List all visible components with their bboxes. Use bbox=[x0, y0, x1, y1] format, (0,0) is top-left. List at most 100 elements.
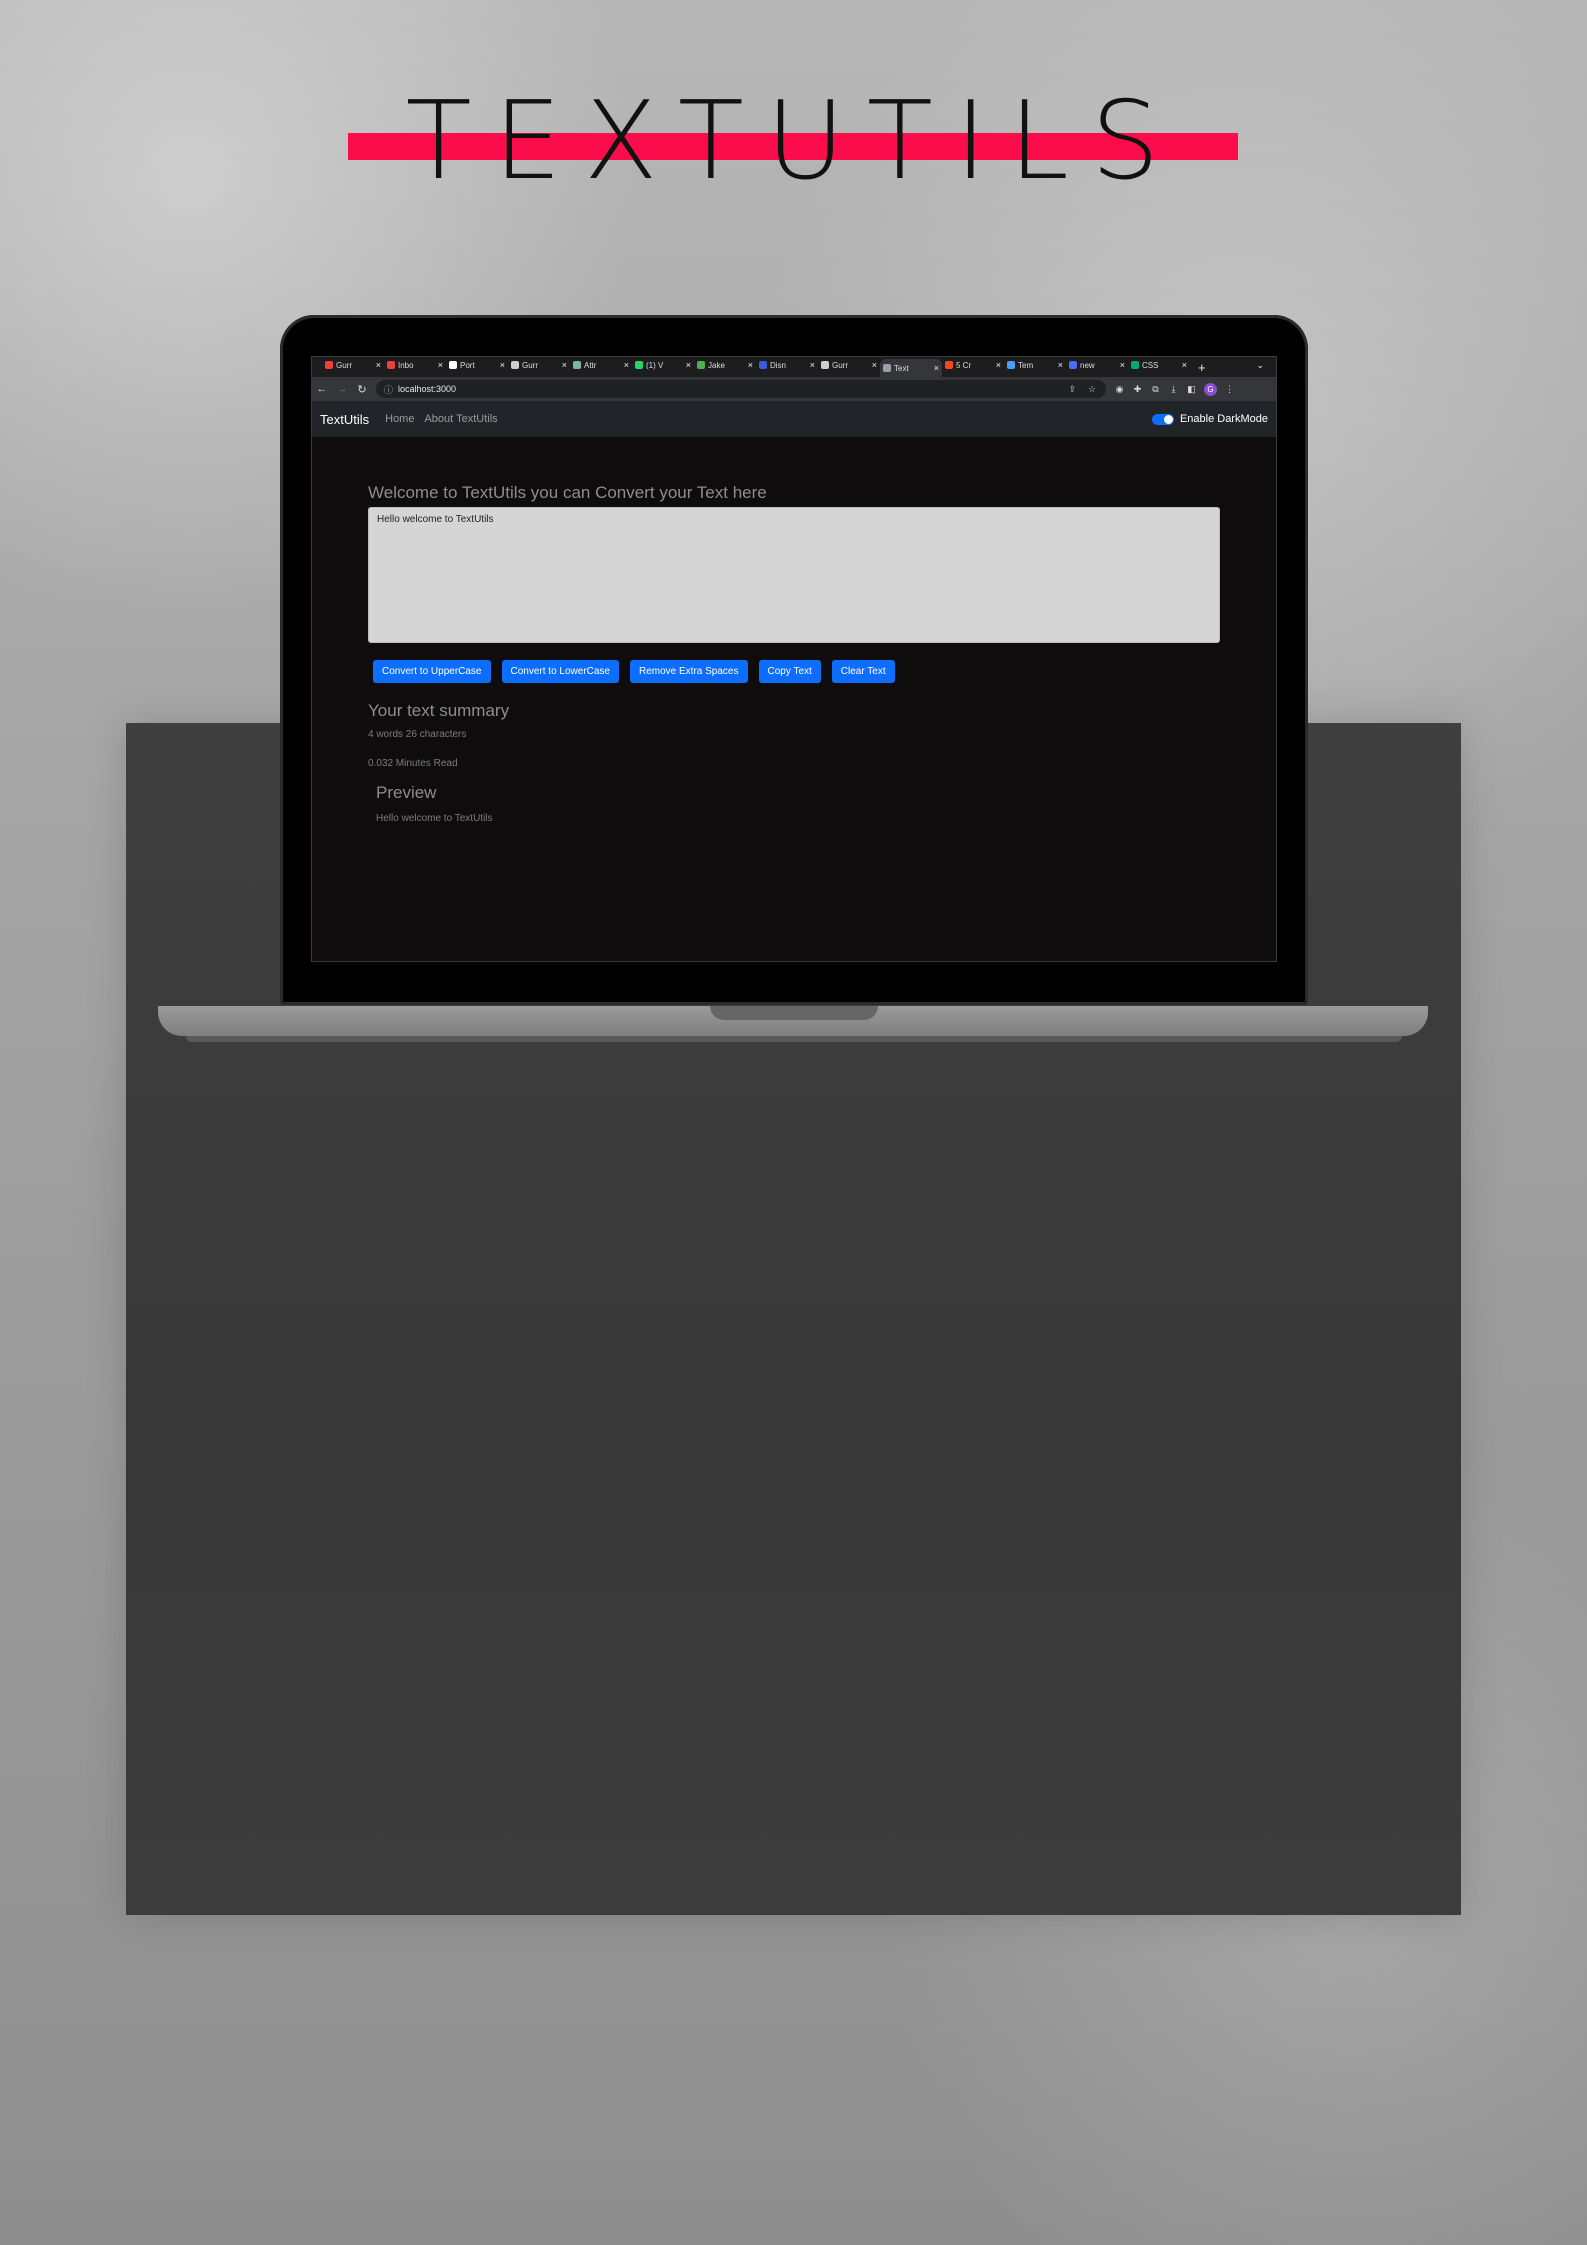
bookmark-star-icon[interactable]: ☆ bbox=[1088, 384, 1096, 395]
profile-avatar[interactable]: G bbox=[1204, 382, 1217, 396]
extensions-area: ◉ ✚ ⧉ ⤓ ◧ G ⋮ bbox=[1114, 382, 1235, 396]
leaf-icon bbox=[697, 361, 705, 369]
tab-title: Gurr bbox=[522, 360, 538, 370]
bookmark-icon bbox=[945, 361, 953, 369]
action-buttons: Convert to UpperCase Convert to LowerCas… bbox=[373, 660, 1220, 683]
toggle-knob bbox=[1163, 414, 1173, 424]
browser-address-bar: ← → ↻ ⓘ localhost:3000 ⇪ ☆ ◉ ✚ ⧉ ⤓ ◧ G ⋮ bbox=[312, 377, 1276, 401]
tab-title: CSS bbox=[1142, 360, 1159, 370]
gmail-icon bbox=[387, 361, 395, 369]
main-content: Welcome to TextUtils you can Convert you… bbox=[368, 437, 1220, 824]
whatsapp-icon bbox=[635, 361, 643, 369]
globe-icon bbox=[821, 361, 829, 369]
kebab-menu-icon[interactable]: ⋮ bbox=[1224, 384, 1235, 395]
tab-title: (1) V bbox=[646, 360, 664, 370]
tab-title: Gurr bbox=[336, 360, 352, 370]
puzzle-icon[interactable]: ✚ bbox=[1132, 384, 1143, 395]
browser-tab[interactable]: Gurr × bbox=[322, 357, 384, 373]
close-tab-icon[interactable]: × bbox=[934, 363, 939, 373]
tab-title: Text bbox=[894, 363, 909, 373]
browser-tab[interactable]: (1) V × bbox=[632, 357, 694, 373]
gmail-icon bbox=[325, 361, 333, 369]
tab-title: 5 Cr bbox=[956, 360, 972, 370]
close-tab-icon[interactable]: × bbox=[376, 360, 381, 370]
tab-title: Attr bbox=[584, 360, 597, 370]
browser-tab[interactable]: Inbo × bbox=[384, 357, 446, 373]
forward-icon[interactable]: → bbox=[332, 383, 352, 395]
laptop-screen: Gurr × Inbo × Port × Gurr × Attr × (1) V × Jake × Disn… bbox=[311, 356, 1277, 962]
summary-heading: Your text summary bbox=[368, 701, 510, 720]
darkmode-toggle[interactable]: Enable DarkMode bbox=[1151, 413, 1268, 425]
sheet-icon bbox=[573, 361, 581, 369]
browser-tab[interactable]: Text × bbox=[880, 359, 942, 377]
tab-search-icon[interactable]: ⌄ bbox=[1256, 360, 1264, 371]
site-info-icon[interactable]: ⓘ bbox=[384, 383, 393, 396]
remove-spaces-button[interactable]: Remove Extra Spaces bbox=[630, 660, 748, 683]
toggle-switch[interactable] bbox=[1151, 413, 1174, 425]
download-icon[interactable]: ⤓ bbox=[1168, 384, 1179, 395]
hero-title: TEXTUTILS bbox=[405, 79, 1182, 204]
browser-tab-bar: Gurr × Inbo × Port × Gurr × Attr × (1) V × Jake × Disn… bbox=[312, 357, 1276, 377]
close-tab-icon[interactable]: × bbox=[686, 360, 691, 370]
uppercase-button[interactable]: Convert to UpperCase bbox=[373, 660, 491, 683]
browser-tab[interactable]: 5 Cr × bbox=[942, 357, 1004, 373]
new-tab-icon[interactable]: + bbox=[1198, 360, 1206, 375]
github-icon bbox=[449, 361, 457, 369]
browser-tab[interactable]: CSS × bbox=[1128, 357, 1190, 373]
browser-tab[interactable]: new × bbox=[1066, 357, 1128, 373]
nav-about-link[interactable]: About TextUtils bbox=[424, 413, 497, 425]
search-icon bbox=[1069, 361, 1077, 369]
copy-icon[interactable]: ⧉ bbox=[1150, 384, 1161, 395]
browser-tab[interactable]: Gurr × bbox=[508, 357, 570, 373]
close-tab-icon[interactable]: × bbox=[748, 360, 753, 370]
url-input[interactable]: ⓘ localhost:3000 ⇪ ☆ bbox=[376, 380, 1106, 398]
close-tab-icon[interactable]: × bbox=[500, 360, 505, 370]
close-tab-icon[interactable]: × bbox=[1120, 360, 1125, 370]
close-tab-icon[interactable]: × bbox=[562, 360, 567, 370]
laptop-base bbox=[158, 1006, 1428, 1036]
back-icon[interactable]: ← bbox=[312, 383, 332, 395]
browser-tab[interactable]: Tem × bbox=[1004, 357, 1066, 373]
tab-strip: Gurr × Inbo × Port × Gurr × Attr × (1) V × Jake × Disn… bbox=[322, 357, 1190, 377]
browser-tab[interactable]: Jake × bbox=[694, 357, 756, 373]
nav-home-link[interactable]: Home bbox=[385, 413, 414, 425]
w3-icon bbox=[1131, 361, 1139, 369]
chrome-icon bbox=[1007, 361, 1015, 369]
tab-title: Disn bbox=[770, 360, 787, 370]
text-input-area[interactable]: Hello welcome to TextUtils bbox=[368, 507, 1220, 643]
browser-tab[interactable]: Port × bbox=[446, 357, 508, 373]
close-tab-icon[interactable]: × bbox=[438, 360, 443, 370]
laptop-notch bbox=[710, 1006, 878, 1020]
close-tab-icon[interactable]: × bbox=[810, 360, 815, 370]
disney-icon bbox=[759, 361, 767, 369]
page-heading: Welcome to TextUtils you can Convert you… bbox=[368, 483, 767, 502]
close-tab-icon[interactable]: × bbox=[1182, 360, 1187, 370]
tab-title: Gurr bbox=[832, 360, 848, 370]
close-tab-icon[interactable]: × bbox=[1058, 360, 1063, 370]
tab-title: Jake bbox=[708, 360, 725, 370]
copy-text-button[interactable]: Copy Text bbox=[758, 660, 821, 683]
sidepanel-icon[interactable]: ◧ bbox=[1186, 384, 1197, 395]
tab-title: Tem bbox=[1018, 360, 1034, 370]
brand-link[interactable]: TextUtils bbox=[320, 412, 369, 427]
laptop-base-shadow bbox=[186, 1036, 1402, 1042]
globe-icon bbox=[511, 361, 519, 369]
browser-tab[interactable]: Gurr × bbox=[818, 357, 880, 373]
browser-tab[interactable]: Attr × bbox=[570, 357, 632, 373]
tab-title: Port bbox=[460, 360, 475, 370]
close-tab-icon[interactable]: × bbox=[624, 360, 629, 370]
clear-text-button[interactable]: Clear Text bbox=[831, 660, 895, 683]
tab-title: new bbox=[1080, 360, 1095, 370]
preview-heading: Preview bbox=[376, 783, 437, 802]
close-tab-icon[interactable]: × bbox=[872, 360, 877, 370]
share-icon[interactable]: ⇪ bbox=[1068, 384, 1076, 395]
extension-icon[interactable]: ◉ bbox=[1114, 384, 1125, 395]
browser-tab[interactable]: Disn × bbox=[756, 357, 818, 373]
page-icon bbox=[883, 364, 891, 372]
word-char-count: 4 words 26 characters bbox=[368, 729, 467, 740]
darkmode-label[interactable]: Enable DarkMode bbox=[1180, 413, 1268, 425]
close-tab-icon[interactable]: × bbox=[996, 360, 1001, 370]
reload-icon[interactable]: ↻ bbox=[352, 383, 372, 396]
lowercase-button[interactable]: Convert to LowerCase bbox=[501, 660, 619, 683]
read-time: 0.032 Minutes Read bbox=[368, 758, 458, 769]
